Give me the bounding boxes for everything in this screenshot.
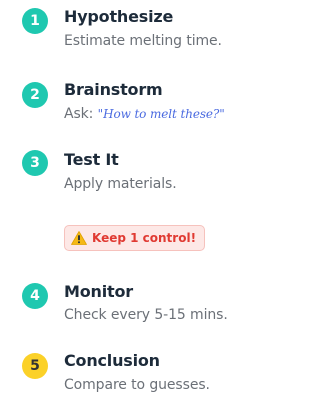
warning-icon [71,231,87,245]
step-number-badge: 2 [22,82,48,108]
step-description: Compare to guesses. [64,377,210,393]
step-title: Conclusion [64,351,160,370]
step-description: Apply materials. [64,176,177,192]
step-number-badge: 4 [22,283,48,309]
step-number-badge: 1 [22,8,48,34]
step-description: Ask: "How to melt these?" [64,106,225,122]
description-prefix: Ask: [64,106,98,122]
quoted-question: "How to melt these?" [97,107,225,121]
step-number-badge: 5 [22,353,48,379]
step-title: Hypothesize [64,7,174,26]
control-warning-callout: Keep 1 control! [64,225,206,251]
step-title: Test It [64,150,119,169]
step-description: Estimate melting time. [64,33,222,49]
step-description: Check every 5-15 mins. [64,307,228,323]
step-title: Monitor [64,282,133,301]
callout-text: Keep 1 control! [92,231,197,245]
step-title: Brainstorm [64,80,163,99]
step-number-badge: 3 [22,150,48,176]
